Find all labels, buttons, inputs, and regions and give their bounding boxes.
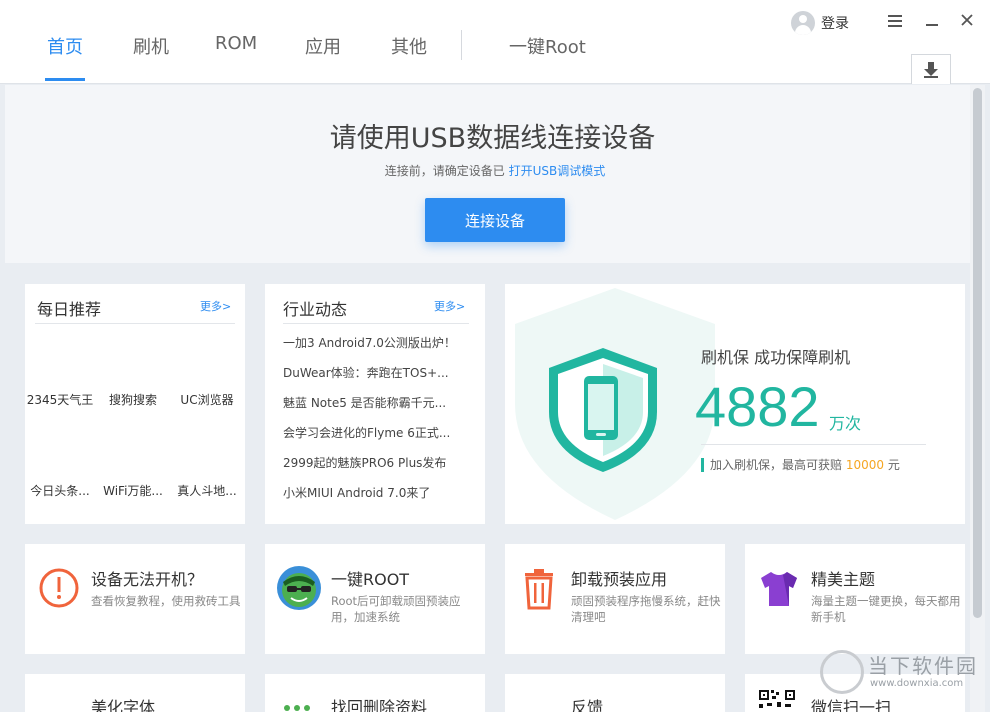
feature-title: 找回删除资料 [331, 698, 428, 712]
news-title: 行业动态 [283, 300, 348, 319]
app-item[interactable]: 真人斗地... [169, 482, 245, 499]
minimize-icon[interactable] [922, 12, 942, 32]
flash-protect-card[interactable]: 刷机保 成功保障刷机 4882 万次 加入刷机保，最高可获赔 10000 元 [505, 284, 965, 524]
feature-title: 反馈 [571, 698, 604, 712]
watermark-text: 当下软件园 [868, 654, 978, 678]
watermark-url: www.downxia.com [870, 678, 964, 689]
connect-device-button[interactable]: 连接设备 [425, 198, 565, 242]
feature-title: 设备无法开机？ [91, 570, 204, 589]
divider [701, 444, 926, 445]
connect-subtitle-text: 连接前，请确定设备已 [384, 164, 505, 178]
qr-code-icon [757, 688, 797, 712]
tab-home[interactable]: 首页 [47, 33, 83, 59]
app-item[interactable]: 搜狗搜索 [95, 391, 171, 408]
avatar-icon [791, 11, 815, 35]
app-item[interactable]: WiFi万能... [95, 482, 171, 499]
trash-icon [525, 569, 553, 610]
download-button[interactable] [911, 54, 951, 84]
news-item[interactable]: 魅蓝 Note5 是否能称霸千元... [283, 394, 446, 411]
active-tab-indicator [45, 78, 85, 81]
tshirt-icon [761, 572, 797, 606]
app-item[interactable]: 今日头条... [22, 482, 98, 499]
protect-note-text: 加入刷机保，最高可获赔 [710, 458, 846, 472]
feature-title: 卸载预装应用 [571, 570, 668, 589]
exclamation-icon [39, 568, 79, 608]
feature-title: 精美主题 [811, 570, 876, 589]
tab-divider [461, 30, 462, 60]
login-button[interactable]: 登录 [791, 11, 849, 35]
tab-rom[interactable]: ROM [215, 33, 257, 54]
close-icon[interactable] [957, 12, 977, 32]
feature-desc: 海量主题一键更换，每天都用新手机 [811, 594, 961, 624]
protect-count: 4882 [695, 375, 820, 438]
tab-apps[interactable]: 应用 [305, 33, 341, 59]
feature-card-root[interactable]: 一键ROOT Root后可卸载顽固预装应用，加速系统 [265, 544, 485, 654]
download-icon [924, 62, 938, 78]
connect-subtitle: 连接前，请确定设备已 打开USB调试模式 [0, 162, 990, 179]
root-mascot-icon [277, 566, 321, 610]
scrollbar-thumb[interactable] [973, 88, 982, 618]
industry-news-card: 行业动态 更多> 一加3 Android7.0公测版出炉！ DuWear体验：奔… [265, 284, 485, 524]
feature-card-uninstall[interactable]: 卸载预装应用 顽固预装程序拖慢系统，赶快清理吧 [505, 544, 725, 654]
protect-heading: 刷机保 成功保障刷机 [701, 348, 851, 367]
news-item[interactable]: 小米MIUI Android 7.0来了 [283, 484, 430, 501]
daily-more-link[interactable]: 更多> [200, 298, 231, 314]
tab-other[interactable]: 其他 [391, 33, 427, 59]
login-label: 登录 [821, 16, 849, 32]
divider [283, 323, 469, 324]
protect-note-suffix: 元 [884, 458, 900, 472]
divider [35, 323, 235, 324]
connect-title: 请使用USB数据线连接设备 [329, 123, 656, 154]
feature-card-rescue[interactable]: 设备无法开机？ 查看恢复教程，使用救砖工具 [25, 544, 245, 654]
news-item[interactable]: 2999起的魅族PRO6 Plus发布 [283, 454, 446, 471]
daily-recommend-card: 每日推荐 更多> 2345天气王 搜狗搜索 UC浏览器 今日头条... WiFi… [25, 284, 245, 524]
feature-title: 美化字体 [91, 698, 156, 712]
feature-desc: Root后可卸载顽固预装应用，加速系统 [331, 594, 461, 624]
usb-debug-link[interactable]: 打开USB调试模式 [509, 164, 606, 178]
feature-card-recover[interactable]: 找回删除资料 [265, 674, 485, 712]
feature-card-feedback[interactable]: 反馈 [505, 674, 725, 712]
hamburger-icon[interactable] [885, 12, 905, 32]
tab-flash[interactable]: 刷机 [133, 33, 169, 59]
feature-desc: 顽固预装程序拖慢系统，赶快清理吧 [571, 594, 721, 624]
protect-unit: 万次 [829, 414, 862, 433]
protect-note: 加入刷机保，最高可获赔 10000 元 [701, 458, 900, 472]
top-nav-bar: 首页 刷机 ROM 应用 其他 一键Root 登录 [0, 0, 990, 84]
feature-card-font[interactable]: 美化字体 [25, 674, 245, 712]
watermark: 当下软件园 www.downxia.com [820, 650, 985, 700]
feature-title: 一键ROOT [331, 570, 410, 589]
news-more-link[interactable]: 更多> [434, 298, 465, 314]
app-item[interactable]: UC浏览器 [169, 391, 245, 408]
app-item[interactable]: 2345天气王 [22, 391, 98, 408]
daily-title: 每日推荐 [37, 300, 102, 319]
feature-card-theme[interactable]: 精美主题 海量主题一键更换，每天都用新手机 [745, 544, 965, 654]
news-item[interactable]: 会学习会进化的Flyme 6正式... [283, 424, 450, 441]
watermark-logo-icon [820, 650, 864, 694]
protect-amount: 10000 [845, 458, 885, 472]
tab-one-click-root[interactable]: 一键Root [509, 33, 586, 59]
news-item[interactable]: 一加3 Android7.0公测版出炉！ [283, 334, 456, 351]
dots-icon [284, 705, 310, 711]
feature-desc: 查看恢复教程，使用救砖工具 [91, 594, 241, 608]
news-item[interactable]: DuWear体验：奔跑在TOS+... [283, 364, 449, 381]
